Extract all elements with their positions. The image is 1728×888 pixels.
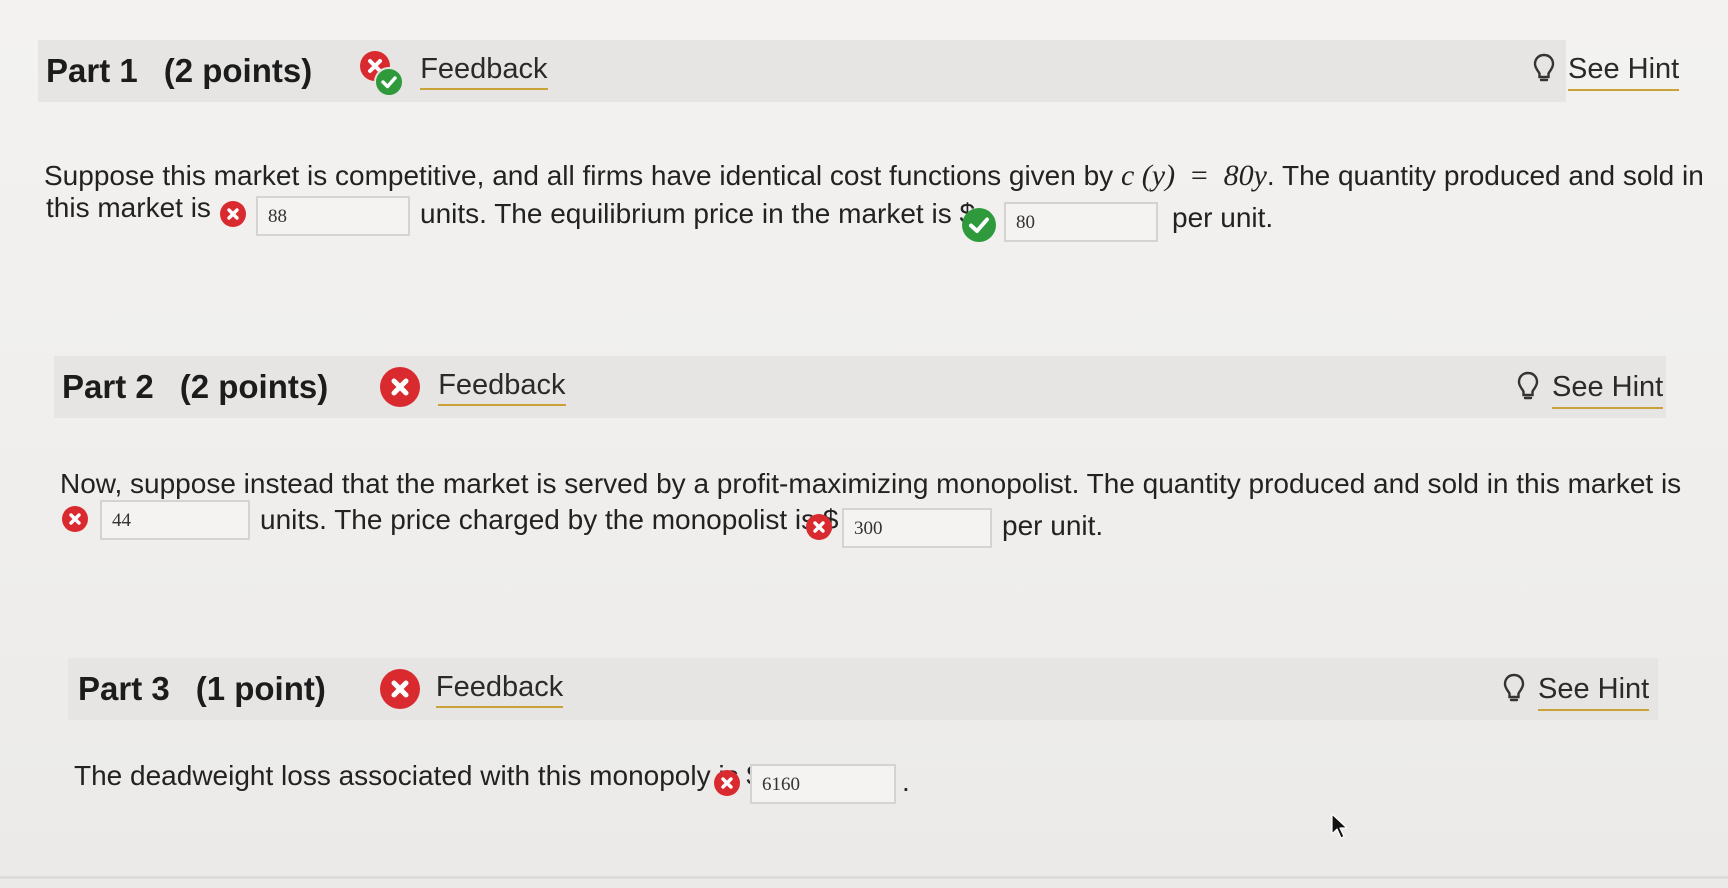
x-circle-icon — [379, 669, 420, 709]
part-title: Part 2 — [62, 368, 154, 405]
question-text: Suppose this market is competitive, and … — [44, 160, 1114, 191]
part-1-question-line-1: Suppose this market is competitive, and … — [44, 158, 1704, 194]
x-circle-icon — [380, 367, 421, 407]
see-hint-label: See Hint — [1538, 673, 1650, 711]
question-text: units. The equilibrium price in the mark… — [420, 198, 976, 229]
partial-credit-icon — [360, 51, 405, 97]
divider — [0, 876, 1728, 879]
see-hint-label: See Hint — [1552, 371, 1664, 409]
x-circle-icon — [806, 514, 832, 540]
lightbulb-icon — [1532, 52, 1556, 91]
deadweight-loss-answer-input[interactable]: 6160 — [750, 764, 896, 804]
question-text: The deadweight loss associated with this… — [74, 760, 762, 791]
feedback-link[interactable]: Feedback — [435, 671, 564, 708]
see-hint-link[interactable]: See Hint — [1532, 52, 1680, 91]
mouse-pointer-icon — [1330, 812, 1352, 847]
question-text: per unit. — [1002, 510, 1104, 541]
lightbulb-icon — [1516, 370, 1540, 409]
lightbulb-icon — [1502, 672, 1526, 711]
price-answer-input[interactable]: 300 — [842, 508, 992, 548]
quantity-answer-input[interactable]: 44 — [100, 500, 250, 540]
part-title: Part 1 — [46, 52, 138, 89]
x-circle-icon — [714, 770, 740, 796]
part-points: (2 points) — [179, 368, 329, 405]
see-hint-link[interactable]: See Hint — [1516, 370, 1664, 409]
cost-function-rhs: 80y — [1223, 159, 1267, 192]
part-3-header: Part 3 (1 point) Feedback — [68, 658, 1658, 720]
price-answer-input[interactable]: 80 — [1004, 202, 1158, 242]
part-points: (1 point) — [195, 670, 326, 707]
x-circle-icon — [62, 506, 88, 532]
part-2-header: Part 2 (2 points) Feedback — [54, 356, 1666, 418]
question-text: . The quantity produced and sold in — [1266, 160, 1704, 191]
question-text: units. The price charged by the monopoli… — [260, 504, 839, 535]
x-circle-icon — [220, 201, 246, 227]
homework-page: Part 1 (2 points) Feedback See Hint Supp… — [0, 0, 1728, 888]
part-points: (2 points) — [163, 52, 313, 89]
quantity-answer-input[interactable]: 88 — [256, 196, 410, 236]
see-hint-label: See Hint — [1568, 53, 1680, 91]
see-hint-link[interactable]: See Hint — [1502, 672, 1650, 711]
question-text: . — [902, 766, 910, 797]
part-title: Part 3 — [78, 670, 170, 707]
question-text: per unit. — [1172, 202, 1274, 233]
equals-sign: = — [1190, 159, 1208, 192]
question-text: this market is — [46, 192, 211, 223]
feedback-link[interactable]: Feedback — [420, 53, 548, 90]
cost-function: c (y) — [1120, 159, 1176, 192]
feedback-link[interactable]: Feedback — [438, 369, 566, 406]
part-1-header: Part 1 (2 points) Feedback — [38, 40, 1566, 102]
check-circle-icon — [962, 208, 996, 242]
question-text: Now, suppose instead that the market is … — [60, 468, 1682, 499]
